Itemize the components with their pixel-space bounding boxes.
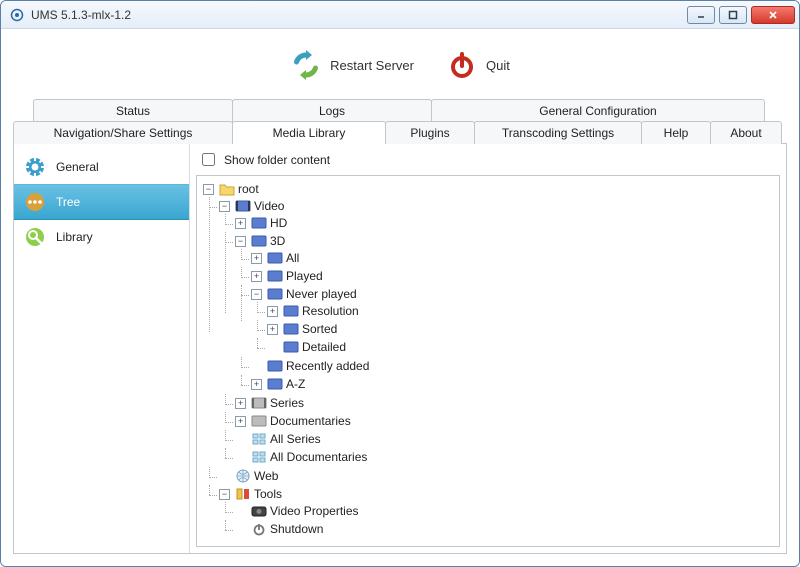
maximize-button[interactable] bbox=[719, 6, 747, 24]
quit-label: Quit bbox=[486, 58, 510, 73]
close-button[interactable] bbox=[751, 6, 795, 24]
tree-node-all-documentaries[interactable]: All Documentaries bbox=[235, 449, 773, 465]
tab-about[interactable]: About bbox=[710, 121, 782, 144]
grid-icon bbox=[251, 431, 267, 447]
tab-media-library[interactable]: Media Library bbox=[232, 121, 386, 144]
tab-general-configuration[interactable]: General Configuration bbox=[431, 99, 765, 122]
tree-node-detailed[interactable]: Detailed bbox=[267, 339, 773, 355]
tab-transcoding[interactable]: Transcoding Settings bbox=[474, 121, 642, 144]
sidebar: General Tree Library bbox=[14, 144, 190, 553]
video-icon bbox=[267, 250, 283, 266]
restart-server-button[interactable]: Restart Server bbox=[290, 49, 414, 81]
tab-plugins[interactable]: Plugins bbox=[385, 121, 475, 144]
power-icon bbox=[446, 49, 478, 81]
collapse-icon[interactable]: − bbox=[219, 201, 230, 212]
film-icon bbox=[251, 395, 267, 411]
tree-node-all-series[interactable]: All Series bbox=[235, 431, 773, 447]
video-icon bbox=[283, 303, 299, 319]
tree-node-sorted[interactable]: +Sorted bbox=[267, 321, 773, 337]
tab-strip: Status Logs General Configuration Naviga… bbox=[13, 99, 787, 144]
tree-node-video[interactable]: − Video bbox=[219, 198, 773, 214]
search-icon bbox=[24, 226, 46, 248]
video-icon bbox=[251, 233, 267, 249]
expand-icon[interactable]: + bbox=[235, 218, 246, 229]
film-icon bbox=[251, 413, 267, 429]
folder-icon bbox=[219, 181, 235, 197]
quit-button[interactable]: Quit bbox=[446, 49, 510, 81]
sidebar-item-label: Library bbox=[56, 230, 93, 244]
minimize-button[interactable] bbox=[687, 6, 715, 24]
tools-icon bbox=[235, 486, 251, 502]
video-icon bbox=[251, 215, 267, 231]
content-area: Show folder content − root bbox=[190, 144, 786, 553]
media-tree[interactable]: − root − Video bbox=[196, 175, 780, 547]
tab-help[interactable]: Help bbox=[641, 121, 711, 144]
tree-node-shutdown[interactable]: Shutdown bbox=[235, 521, 773, 537]
tab-status[interactable]: Status bbox=[33, 99, 233, 122]
expand-icon[interactable]: + bbox=[267, 306, 278, 317]
main-toolbar: Restart Server Quit bbox=[13, 39, 787, 99]
sidebar-item-tree[interactable]: Tree bbox=[14, 184, 189, 220]
tree-node-series[interactable]: +Series bbox=[235, 395, 773, 411]
collapse-icon[interactable]: − bbox=[219, 489, 230, 500]
tree-node-web[interactable]: Web bbox=[219, 468, 773, 484]
collapse-icon[interactable]: − bbox=[203, 184, 214, 195]
tree-node-3d[interactable]: −3D bbox=[235, 233, 773, 249]
video-icon bbox=[267, 268, 283, 284]
sidebar-item-library[interactable]: Library bbox=[14, 220, 189, 254]
grid-icon bbox=[251, 449, 267, 465]
gear-icon bbox=[24, 156, 46, 178]
tree-node-video-properties[interactable]: Video Properties bbox=[235, 503, 773, 519]
app-icon bbox=[9, 7, 25, 23]
tree-node-a-z[interactable]: +A-Z bbox=[251, 376, 773, 392]
expand-icon[interactable]: + bbox=[235, 398, 246, 409]
main-pane: General Tree Library bbox=[13, 143, 787, 554]
collapse-icon[interactable]: − bbox=[251, 289, 262, 300]
restart-server-label: Restart Server bbox=[330, 58, 414, 73]
tree-node-root[interactable]: − root bbox=[203, 181, 773, 197]
sidebar-item-general[interactable]: General bbox=[14, 150, 189, 184]
tree-node-recently-added[interactable]: Recently added bbox=[251, 358, 773, 374]
tab-navigation-share[interactable]: Navigation/Share Settings bbox=[13, 121, 233, 144]
tree-icon bbox=[24, 191, 46, 213]
show-folder-row: Show folder content bbox=[190, 144, 786, 175]
tab-logs[interactable]: Logs bbox=[232, 99, 432, 122]
expand-icon[interactable]: + bbox=[251, 379, 262, 390]
video-icon bbox=[235, 198, 251, 214]
window-controls bbox=[687, 6, 795, 24]
power-small-icon bbox=[251, 521, 267, 537]
tree-node-tools[interactable]: −Tools bbox=[219, 486, 773, 502]
window: UMS 5.1.3-mlx-1.2 Restart Server bbox=[0, 0, 800, 567]
globe-icon bbox=[235, 468, 251, 484]
expand-icon[interactable]: + bbox=[251, 271, 262, 282]
tree-node-never-played[interactable]: −Never played bbox=[251, 286, 773, 302]
sidebar-item-label: General bbox=[56, 160, 99, 174]
video-icon bbox=[283, 339, 299, 355]
refresh-icon bbox=[290, 49, 322, 81]
show-folder-label: Show folder content bbox=[224, 153, 330, 167]
client-area: Restart Server Quit Status Logs General … bbox=[1, 29, 799, 566]
camera-icon bbox=[251, 503, 267, 519]
sidebar-item-label: Tree bbox=[56, 195, 80, 209]
video-icon bbox=[283, 321, 299, 337]
collapse-icon[interactable]: − bbox=[235, 236, 246, 247]
window-title: UMS 5.1.3-mlx-1.2 bbox=[31, 8, 687, 22]
tree-node-resolution[interactable]: +Resolution bbox=[267, 303, 773, 319]
video-icon bbox=[267, 286, 283, 302]
tree-node-documentaries[interactable]: +Documentaries bbox=[235, 413, 773, 429]
tree-node-all[interactable]: +All bbox=[251, 250, 773, 266]
show-folder-checkbox[interactable] bbox=[202, 153, 215, 166]
tree-node-hd[interactable]: +HD bbox=[235, 215, 773, 231]
tree-node-played[interactable]: +Played bbox=[251, 268, 773, 284]
video-icon bbox=[267, 358, 283, 374]
video-icon bbox=[267, 376, 283, 392]
titlebar: UMS 5.1.3-mlx-1.2 bbox=[1, 1, 799, 29]
expand-icon[interactable]: + bbox=[235, 416, 246, 427]
expand-icon[interactable]: + bbox=[251, 253, 262, 264]
expand-icon[interactable]: + bbox=[267, 324, 278, 335]
